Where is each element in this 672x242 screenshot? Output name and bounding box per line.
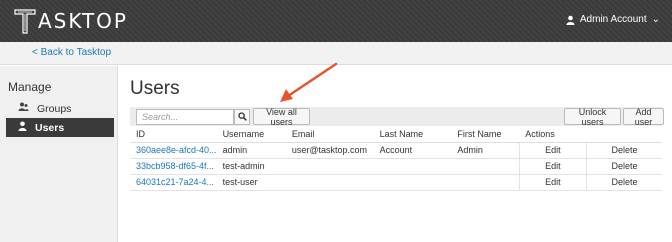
unlock-users-button[interactable]: Unlock users [564, 107, 621, 127]
search-input[interactable] [136, 109, 234, 125]
annotation-arrow [280, 62, 338, 102]
account-label: Admin Account [579, 14, 647, 25]
groups-icon [18, 102, 29, 115]
cell-username: admin [216, 142, 286, 159]
cell-email: user@tasktop.com [285, 142, 374, 159]
table-header-row: ID Username Email Last Name First Name A… [130, 126, 662, 143]
edit-button[interactable]: Edit [518, 158, 587, 175]
cell-first-name [451, 158, 520, 175]
table-row: 33bcb958-df65-4f... test-admin Edit Dele… [130, 158, 662, 175]
user-id-link[interactable]: 360aee8e-afcd-40... [130, 142, 217, 159]
column-header-id[interactable]: ID [130, 126, 217, 143]
column-header-email[interactable]: Email [285, 126, 374, 143]
cell-last-name: Account [373, 142, 452, 159]
table-row: 64031c21-7a24-4... test-user Edit Delete [130, 174, 662, 191]
cell-username: test-user [216, 174, 286, 191]
users-table: ID Username Email Last Name First Name A… [130, 126, 662, 191]
cell-email [285, 174, 374, 191]
cell-last-name [373, 174, 452, 191]
cell-last-name [373, 158, 452, 175]
sidebar-item-label: Users [35, 121, 65, 134]
column-header-actions: Actions [519, 126, 662, 143]
tasktop-t-icon [14, 8, 36, 34]
user-icon [18, 121, 27, 134]
delete-button[interactable]: Delete [586, 142, 662, 159]
cell-first-name: Admin [451, 142, 520, 159]
account-user-icon [566, 15, 575, 25]
user-id-link[interactable]: 64031c21-7a24-4... [130, 174, 217, 191]
cell-username: test-admin [216, 158, 286, 175]
top-header: ASKTOP Admin Account ⌄ [0, 0, 672, 42]
column-header-first-name[interactable]: First Name [451, 126, 520, 143]
column-header-username[interactable]: Username [216, 126, 286, 143]
search-button[interactable] [234, 109, 250, 125]
page-title: Users [130, 78, 180, 99]
delete-button[interactable]: Delete [586, 174, 662, 191]
sidebar-item-groups[interactable]: Groups [6, 99, 114, 118]
add-user-button[interactable]: Add user [623, 107, 664, 127]
logo-text: ASKTOP [38, 9, 128, 33]
user-id-link[interactable]: 33bcb958-df65-4f... [130, 158, 217, 175]
users-toolbar: View all users Unlock users Add user [130, 107, 664, 127]
view-all-users-button[interactable]: View all users [253, 107, 310, 127]
search-icon [237, 108, 247, 126]
sidebar-item-users[interactable]: Users [6, 118, 114, 137]
sidebar: Manage Groups Users [0, 66, 118, 242]
tasktop-logo[interactable]: ASKTOP [14, 8, 128, 34]
edit-button[interactable]: Edit [518, 174, 587, 191]
cell-first-name [451, 174, 520, 191]
column-header-last-name[interactable]: Last Name [373, 126, 452, 143]
delete-button[interactable]: Delete [586, 158, 662, 175]
sidebar-item-label: Groups [37, 102, 72, 115]
sidebar-section-title: Manage [8, 80, 52, 94]
chevron-down-icon: ⌄ [651, 14, 660, 25]
table-row: 360aee8e-afcd-40... admin user@tasktop.c… [130, 142, 662, 159]
edit-button[interactable]: Edit [518, 142, 587, 159]
cell-email [285, 158, 374, 175]
back-to-tasktop-link[interactable]: < Back to Tasktop [32, 47, 111, 58]
account-menu[interactable]: Admin Account ⌄ [566, 14, 660, 25]
